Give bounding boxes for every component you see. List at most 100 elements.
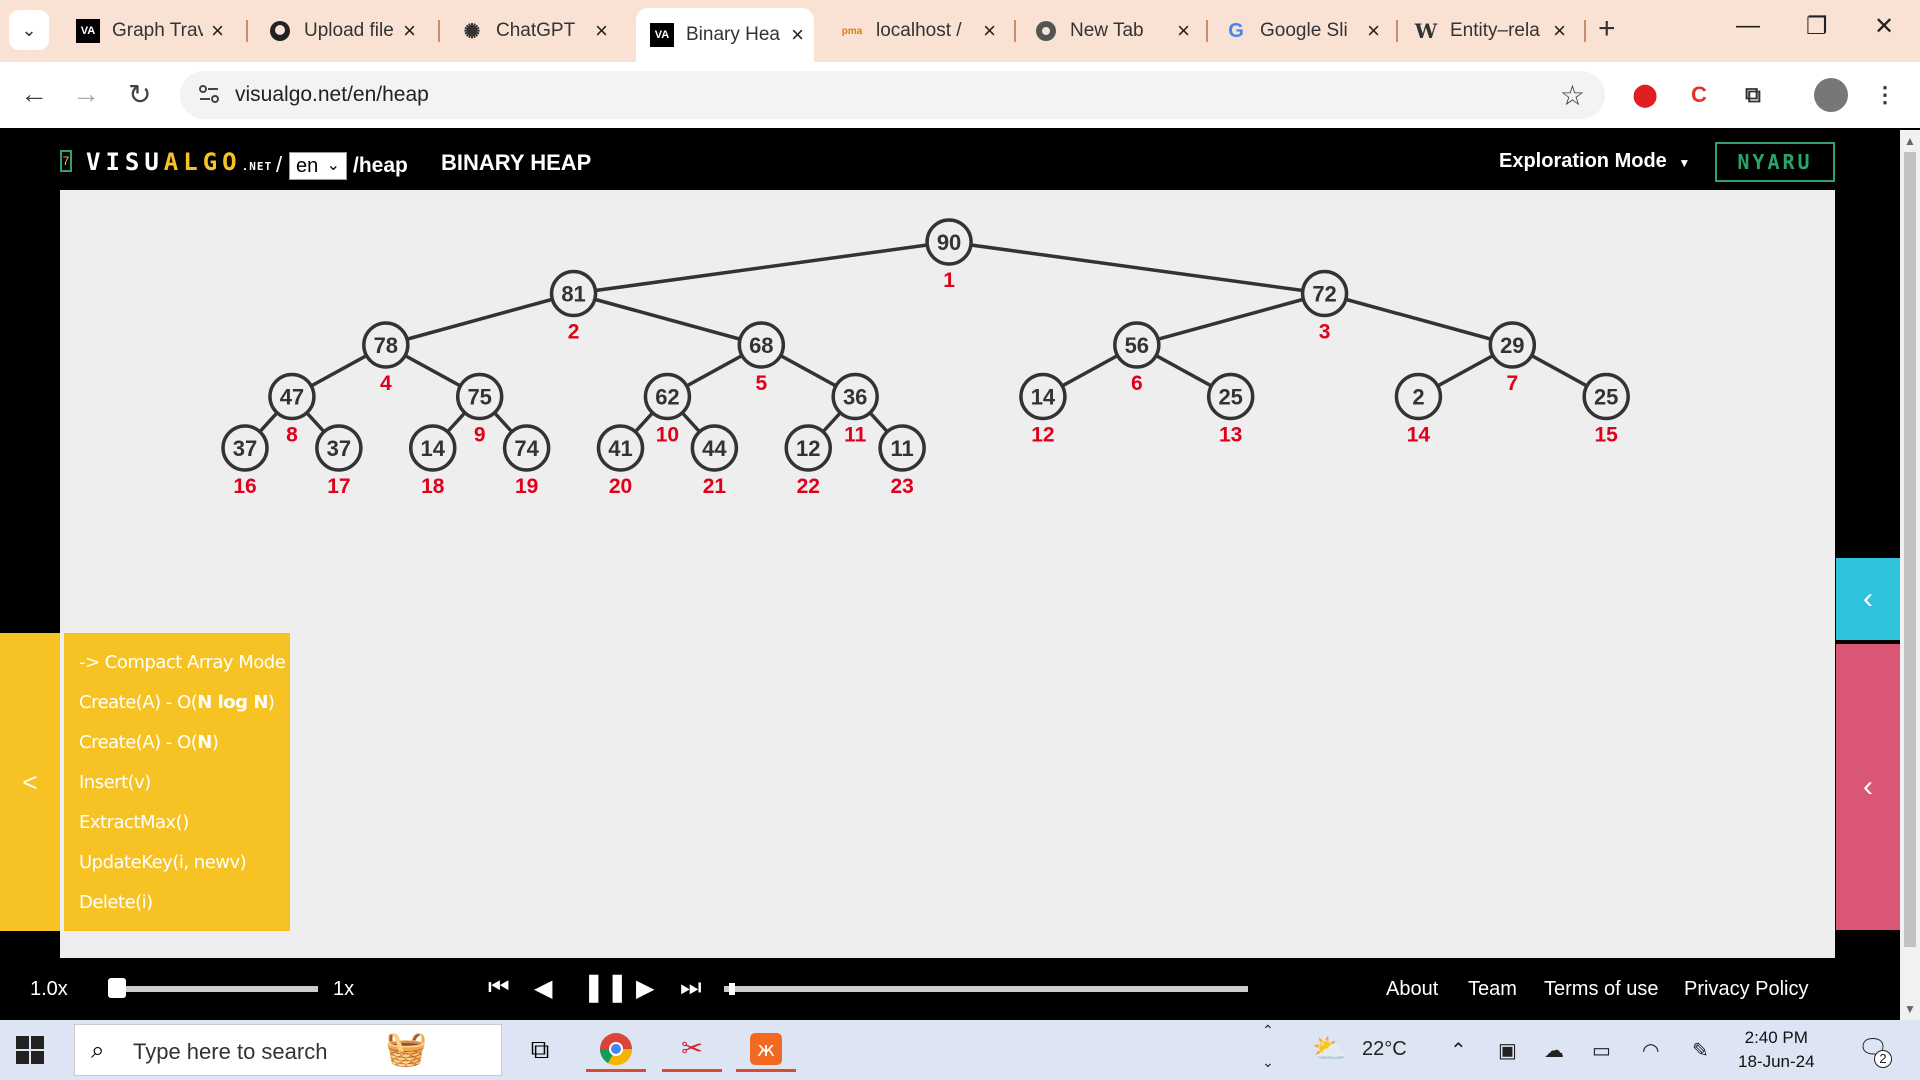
action-extract-max[interactable]: ExtractMax() [64, 805, 290, 845]
go-to-end-icon[interactable]: ⏭ [680, 974, 702, 1002]
meet-now-icon[interactable]: ▣ [1498, 1038, 1517, 1063]
close-icon[interactable]: × [1367, 18, 1380, 44]
temperature[interactable]: 22°C [1362, 1038, 1407, 1061]
pen-icon[interactable]: ✎ [1692, 1038, 1709, 1063]
tab-wikipedia[interactable]: W Entity–rela × [1400, 10, 1576, 52]
step-forward-icon[interactable]: ▶ [636, 974, 654, 1003]
tab-upload-file[interactable]: Upload file × [254, 10, 426, 52]
heap-node[interactable]: 37 16 [221, 424, 269, 498]
reload-icon[interactable]: ↻ [128, 78, 151, 111]
xampp-icon[interactable]: ж [736, 1028, 796, 1072]
action-compact-array-mode[interactable]: -> Compact Array Mode [64, 645, 290, 685]
heap-node[interactable]: 37 17 [315, 424, 363, 498]
address-bar[interactable]: visualgo.net/en/heap ☆ [180, 71, 1605, 119]
heap-node[interactable]: 41 20 [596, 424, 645, 498]
bookmark-star-icon[interactable]: ☆ [1560, 79, 1585, 112]
tray-scroll-up-icon[interactable]: ⌃ [1262, 1022, 1274, 1039]
status-panel-toggle[interactable]: ‹ [1836, 558, 1900, 640]
close-icon[interactable]: × [595, 18, 608, 44]
close-icon[interactable]: × [983, 18, 996, 44]
coupon-extension-icon[interactable]: C [1682, 78, 1716, 112]
tab-localhost[interactable]: pma localhost / × [826, 10, 1006, 52]
page-scrollbar[interactable]: ▲ ▼ [1900, 130, 1920, 1020]
visualgo-logo[interactable]: VISUALGO.NET [86, 148, 272, 176]
menu-kebab-icon[interactable]: ⋮ [1868, 78, 1902, 112]
heap-node[interactable]: 11 23 [878, 424, 926, 498]
heap-node[interactable]: 12 22 [784, 424, 832, 498]
url-text[interactable]: visualgo.net/en/heap [235, 83, 429, 107]
forward-arrow-icon[interactable]: → [72, 78, 100, 110]
actions-panel-toggle[interactable]: < [0, 633, 60, 931]
window-close-icon[interactable]: ✕ [1874, 12, 1894, 41]
language-select[interactable]: en ⌄ [289, 152, 347, 180]
mode-dropdown[interactable]: Exploration Mode ▼ [1499, 150, 1690, 173]
privacy-policy-link[interactable]: Privacy Policy [1684, 978, 1808, 1001]
battery-icon[interactable]: ▭ [1592, 1038, 1611, 1063]
heap-node[interactable]: 14 18 [409, 424, 457, 498]
restore-icon[interactable]: ❐ [1806, 12, 1828, 41]
heap-node[interactable]: 90 1 [925, 218, 973, 292]
tray-scroll-down-icon[interactable]: ⌄ [1262, 1054, 1274, 1071]
close-icon[interactable]: × [403, 18, 416, 44]
action-delete[interactable]: Delete(i) [64, 885, 290, 925]
tab-new-tab[interactable]: New Tab × [1020, 10, 1200, 52]
heap-node[interactable]: 56 6 [1113, 321, 1161, 395]
back-arrow-icon[interactable]: ← [20, 78, 48, 110]
heap-node[interactable]: 62 10 [643, 372, 692, 447]
task-view-icon[interactable]: ⧉ [510, 1028, 570, 1072]
onedrive-icon[interactable]: ☁ [1544, 1038, 1564, 1063]
user-login-button[interactable]: NYARU [1715, 142, 1835, 182]
team-link[interactable]: Team [1468, 978, 1517, 1001]
weather-icon[interactable]: ⛅ [1312, 1032, 1347, 1065]
tab-chatgpt[interactable]: ✺ ChatGPT × [446, 10, 618, 52]
heap-node[interactable]: 2 14 [1394, 372, 1443, 447]
snipping-tool-icon[interactable]: ✂ [662, 1028, 722, 1072]
tab-google-slides[interactable]: G Google Sli × [1210, 10, 1390, 52]
heap-node[interactable]: 47 8 [268, 372, 316, 447]
heap-node[interactable]: 75 9 [455, 372, 504, 447]
codetrace-panel-toggle[interactable]: ‹ [1836, 644, 1900, 930]
tab-graph-traversal[interactable]: VA Graph Trav × [62, 10, 234, 52]
show-hidden-icons-icon[interactable]: ⌃ [1450, 1038, 1467, 1063]
opera-extension-icon[interactable]: ⬤ [1628, 78, 1662, 112]
tab-binary-heap[interactable]: VA Binary Hea × [636, 8, 814, 62]
scroll-down-arrow-icon[interactable]: ▼ [1904, 1002, 1916, 1016]
close-icon[interactable]: × [211, 18, 224, 44]
speed-slider-track[interactable] [112, 986, 318, 992]
heap-node[interactable]: 29 7 [1488, 321, 1537, 395]
minimize-icon[interactable]: — [1736, 12, 1760, 40]
heap-node[interactable]: 72 3 [1300, 269, 1349, 344]
speed-slider-thumb[interactable] [108, 978, 126, 998]
close-icon[interactable]: × [1553, 18, 1566, 44]
heap-node[interactable]: 68 5 [737, 321, 786, 395]
progress-slider-track[interactable] [724, 986, 1248, 992]
windows-start-icon[interactable] [16, 1036, 44, 1064]
system-clock[interactable]: 2:40 PM 18-Jun-24 [1738, 1026, 1815, 1074]
heap-node[interactable]: 81 2 [549, 269, 598, 344]
scroll-up-arrow-icon[interactable]: ▲ [1904, 134, 1916, 148]
wifi-icon[interactable]: ◠ [1642, 1038, 1659, 1063]
scrollbar-thumb[interactable] [1904, 152, 1916, 947]
action-create-nlogn[interactable]: Create(A) - O(N log N) [64, 685, 290, 725]
heap-node[interactable]: 44 21 [690, 424, 739, 498]
site-info-icon[interactable] [196, 81, 222, 107]
step-backward-icon[interactable]: ◀ [534, 974, 552, 1003]
action-create-n[interactable]: Create(A) - O(N) [64, 725, 290, 765]
heap-node[interactable]: 78 4 [362, 321, 410, 395]
chrome-taskbar-icon[interactable] [586, 1028, 646, 1072]
heap-node[interactable]: 74 19 [502, 424, 551, 498]
action-update-key[interactable]: UpdateKey(i, newv) [64, 845, 290, 885]
close-icon[interactable]: × [791, 22, 804, 48]
extensions-puzzle-icon[interactable]: ⧉ [1736, 78, 1770, 112]
close-icon[interactable]: × [1177, 18, 1190, 44]
tab-search-button[interactable]: ⌄ [9, 10, 49, 50]
pause-icon[interactable]: ❚❚ [582, 970, 629, 1003]
heap-node[interactable]: 14 12 [1019, 372, 1067, 447]
profile-avatar[interactable] [1814, 78, 1848, 112]
taskbar-search-box[interactable]: ⌕ Type here to search 🧺 [74, 1024, 502, 1076]
new-tab-plus-icon[interactable]: + [1598, 12, 1616, 46]
about-link[interactable]: About [1386, 978, 1438, 1001]
heap-node[interactable]: 36 11 [831, 372, 879, 447]
terms-link[interactable]: Terms of use [1544, 978, 1658, 1001]
heap-node[interactable]: 25 15 [1582, 372, 1630, 447]
